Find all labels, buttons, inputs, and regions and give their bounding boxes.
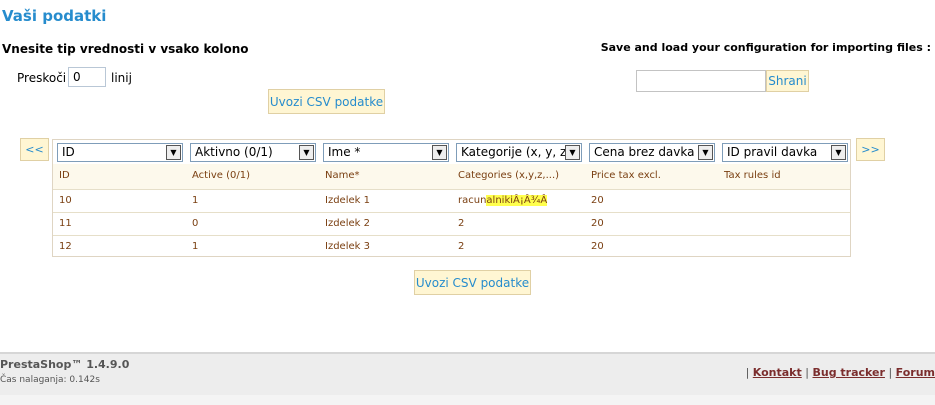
column-header: ID — [59, 170, 70, 181]
save-config-label: Save and load your configuration for imp… — [600, 41, 931, 54]
footer-links: | Kontakt | Bug tracker | Forum — [746, 366, 935, 379]
import-csv-button-bottom[interactable]: Uvozi CSV podatke — [414, 270, 531, 295]
select-value: ID pravil davka — [727, 145, 818, 159]
cell-text: racun — [458, 195, 487, 206]
config-save-button[interactable]: Shrani — [766, 70, 809, 92]
column-type-select[interactable]: Kategorije (x, y, z ▼ — [456, 143, 582, 162]
column-type-select[interactable]: ID pravil davka ▼ — [722, 143, 848, 162]
column-header: Tax rules id — [724, 170, 781, 181]
highlighted-encoding-text: alnikiÂ¡Â¾Â — [486, 195, 548, 206]
prev-columns-button[interactable]: << — [20, 138, 49, 161]
column-type-select[interactable]: Ime * ▼ — [323, 143, 449, 162]
table-cell: Izdelek 3 — [325, 241, 370, 252]
table-cell: 20 — [591, 195, 604, 206]
chevron-down-icon: ▼ — [166, 145, 181, 160]
column-type-select[interactable]: Cena brez davka ▼ — [589, 143, 715, 162]
select-value: Cena brez davka — [594, 145, 695, 159]
chevron-down-icon: ▼ — [299, 145, 314, 160]
footer-brand: PrestaShop™ 1.4.9.0 — [0, 358, 130, 371]
table-cell: 1 — [192, 195, 199, 206]
column-type-select[interactable]: ID ▼ — [57, 143, 183, 162]
page-title: Vaši podatki — [2, 7, 107, 25]
table-cell: 1 — [192, 241, 199, 252]
bug-tracker-link[interactable]: Bug tracker — [812, 366, 884, 379]
table-cell: 0 — [192, 218, 199, 229]
select-value: Aktivno (0/1) — [195, 145, 273, 159]
column-header: Categories (x,y,z,...) — [458, 170, 560, 181]
table-cell: 2 — [458, 241, 465, 252]
next-columns-button[interactable]: >> — [856, 138, 885, 161]
skip-lines-input[interactable] — [68, 67, 106, 87]
chevron-down-icon: ▼ — [831, 145, 846, 160]
table-cell: 10 — [59, 195, 72, 206]
footer-separator: | — [805, 366, 809, 379]
column-header: Active (0/1) — [192, 170, 251, 181]
bottom-strip — [0, 395, 935, 405]
import-csv-button-top[interactable]: Uvozi CSV podatke — [268, 89, 385, 114]
load-time: Čas nalaganja: 0.142s — [0, 375, 100, 385]
column-header: Name* — [325, 170, 360, 181]
footer-separator: | — [745, 366, 750, 379]
forum-link[interactable]: Forum — [896, 366, 935, 379]
column-header: Price tax excl. — [591, 170, 661, 181]
table-cell: Izdelek 2 — [325, 218, 370, 229]
table-header-row: ID Active (0/1) Name* Categories (x,y,z,… — [53, 164, 850, 190]
section-subtitle: Vnesite tip vrednosti v vsako kolono — [2, 42, 249, 56]
contact-link[interactable]: Kontakt — [753, 366, 802, 379]
table-cell: 12 — [59, 241, 72, 252]
select-value: Ime * — [328, 145, 361, 159]
select-value: Kategorije (x, y, z — [461, 145, 567, 159]
config-name-input[interactable] — [636, 70, 766, 92]
table-cell: Izdelek 1 — [325, 195, 370, 206]
chevron-down-icon: ▼ — [565, 145, 580, 160]
table-cell: racunalnikiÂ¡Â¾Â — [458, 189, 548, 212]
table-row: 12 1 Izdelek 3 2 20 — [53, 235, 850, 258]
chevron-down-icon: ▼ — [432, 145, 447, 160]
column-type-select[interactable]: Aktivno (0/1) ▼ — [190, 143, 316, 162]
select-value: ID — [62, 145, 75, 159]
lines-label: linij — [111, 71, 132, 85]
import-preview-table: ID ▼ Aktivno (0/1) ▼ Ime * ▼ Kategorije (x,… — [52, 139, 851, 257]
table-cell: 11 — [59, 218, 72, 229]
table-cell: 20 — [591, 241, 604, 252]
table-cell: 20 — [591, 218, 604, 229]
table-cell: 2 — [458, 218, 465, 229]
table-row: 10 1 Izdelek 1 racunalnikiÂ¡Â¾Â 20 — [53, 189, 850, 213]
skip-label: Preskoči — [17, 71, 67, 85]
chevron-down-icon: ▼ — [698, 145, 713, 160]
table-row: 11 0 Izdelek 2 2 20 — [53, 212, 850, 236]
footer-separator: | — [888, 366, 893, 379]
